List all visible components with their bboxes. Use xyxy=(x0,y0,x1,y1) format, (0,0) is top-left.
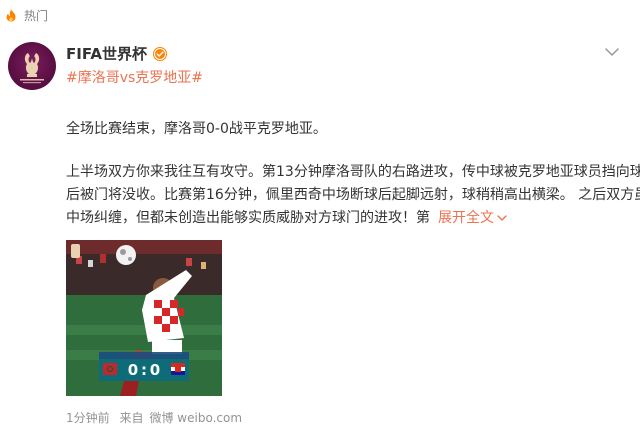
expand-label: 展开全文 xyxy=(438,210,494,226)
score-away: 0 xyxy=(149,361,161,379)
post-text-line: 中场纠缠，但都未创造出能够实质威胁对方球门的进攻！第 展开全文 xyxy=(66,207,626,230)
post-text-line: 上半场双方你来我往互有攻守。第13分钟摩洛哥队的右路进攻，传中球被克罗地亚球员挡… xyxy=(66,164,640,180)
chevron-down-icon xyxy=(497,215,507,221)
author-line: FIFA世界杯 xyxy=(66,44,167,64)
topic-hashtag[interactable]: #摩洛哥vs克罗地亚# xyxy=(66,68,203,88)
hot-label[interactable]: 热门 xyxy=(24,8,48,24)
author-name[interactable]: FIFA世界杯 xyxy=(66,44,147,64)
hot-flame-icon xyxy=(6,9,16,22)
post-time[interactable]: 1分钟前 xyxy=(66,411,110,425)
post-image[interactable]: 0 : 0 xyxy=(66,240,222,396)
post-footer: 1分钟前 来自 微博 weibo.com xyxy=(66,410,248,426)
expand-full-text-link[interactable]: 展开全文 xyxy=(438,210,507,226)
post-paragraph-1: 全场比赛结束，摩洛哥0-0战平克罗地亚。 xyxy=(66,121,327,137)
avatar[interactable] xyxy=(8,42,56,90)
score-separator: : xyxy=(141,361,147,379)
post-text-line-content: 中场纠缠，但都未创造出能够实质威胁对方球门的进攻！第 xyxy=(66,210,430,226)
top-bar: 热门 xyxy=(0,0,640,32)
source-link[interactable]: 微博 weibo.com xyxy=(149,411,242,425)
fifa-world-cup-logo xyxy=(20,53,44,84)
post-text-line: 后被门将没收。比赛第16分钟，佩里西奇中场断球后起脚远射，球稍稍高出横梁。 之后… xyxy=(66,187,640,203)
score-home: 0 xyxy=(127,361,139,379)
post-paragraph-2: 上半场双方你来我往互有攻守。第13分钟摩洛哥队的右路进攻，传中球被克罗地亚球员挡… xyxy=(66,161,640,230)
source-prefix: 来自 xyxy=(119,411,144,425)
verified-badge-icon xyxy=(152,47,167,61)
chevron-down-icon[interactable] xyxy=(604,46,620,58)
